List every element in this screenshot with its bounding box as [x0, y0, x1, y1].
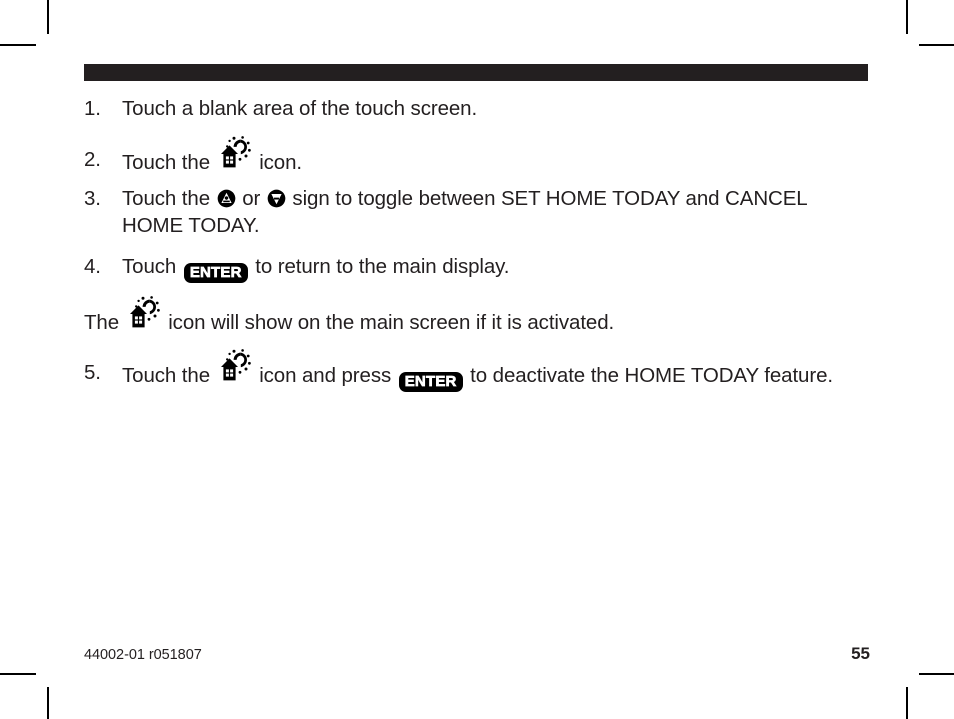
crop-mark-top-right-horizontal	[919, 44, 954, 46]
crop-mark-bottom-left-horizontal	[0, 673, 36, 675]
note-text-post: icon will show on the main screen if it …	[162, 310, 615, 334]
step-number: 1.	[84, 97, 101, 120]
enter-key-icon: ENTER	[398, 372, 463, 393]
list-item: 3. Touch the or sign to toggle between S…	[84, 186, 870, 239]
step1-text: Touch a blank area of the touch screen.	[122, 97, 478, 120]
home-with-sun-icon	[127, 295, 161, 329]
crop-mark-top-left-horizontal	[0, 44, 36, 46]
home-with-sun-icon	[218, 349, 252, 382]
step-text: Touch ENTER to return to the main displa…	[122, 254, 870, 283]
step4-text-post: to return to the main display.	[249, 254, 510, 278]
crop-mark-top-left-vertical	[47, 0, 49, 34]
list-item: 4. Touch ENTER to return to the main dis…	[84, 254, 870, 283]
crop-mark-top-right-vertical	[906, 0, 908, 34]
step-number: 4.	[84, 254, 101, 278]
step-number: 5.	[84, 361, 101, 385]
step5-text-mid: icon and press	[253, 364, 397, 388]
step5-text-pre: Touch the	[122, 364, 216, 388]
crop-mark-bottom-right-vertical	[906, 687, 908, 719]
manual-page: 1. Touch a blank area of the touch scree…	[84, 0, 870, 719]
instruction-list: 1. Touch a blank area of the touch scree…	[84, 96, 870, 393]
crop-mark-bottom-right-horizontal	[919, 673, 954, 675]
step3-text-mid: or	[236, 187, 266, 211]
note-paragraph: The icon will show on the main screen if…	[84, 295, 870, 337]
step3-text-pre: Touch the	[122, 187, 216, 211]
arrow-up-key-icon	[217, 189, 236, 208]
page-footer: 44002-01 r051807 55	[84, 644, 870, 664]
step-text: Touch a blank area of the touch screen.	[122, 96, 870, 123]
document-code: 44002-01 r051807	[84, 647, 202, 663]
list-item: 2. Touch the icon.	[84, 135, 870, 177]
step2-text-post: icon.	[253, 150, 302, 174]
list-item: 1. Touch a blank area of the touch scree…	[84, 96, 870, 123]
step5-text-post: to deactivate the HOME TODAY feature.	[464, 364, 833, 388]
header-rule-bar	[84, 64, 868, 81]
step4-text-pre: Touch	[122, 254, 182, 278]
enter-key-icon: ENTER	[183, 262, 248, 283]
step-number: 3.	[84, 187, 101, 211]
arrow-down-key-icon	[267, 189, 286, 208]
list-item: 5. Touch the icon and press ENTER to dea…	[84, 349, 870, 393]
step-text: Touch the icon and press ENTER to deacti…	[122, 349, 870, 393]
page-number: 55	[851, 644, 870, 663]
home-with-sun-icon	[218, 135, 252, 169]
step2-text-pre: Touch the	[122, 150, 216, 174]
step-text: Touch the icon.	[122, 135, 870, 177]
crop-mark-bottom-left-vertical	[47, 687, 49, 719]
step-number: 2.	[84, 147, 101, 171]
note-text-pre: The	[84, 310, 125, 334]
step-text: Touch the or sign to toggle between SET …	[122, 186, 870, 239]
